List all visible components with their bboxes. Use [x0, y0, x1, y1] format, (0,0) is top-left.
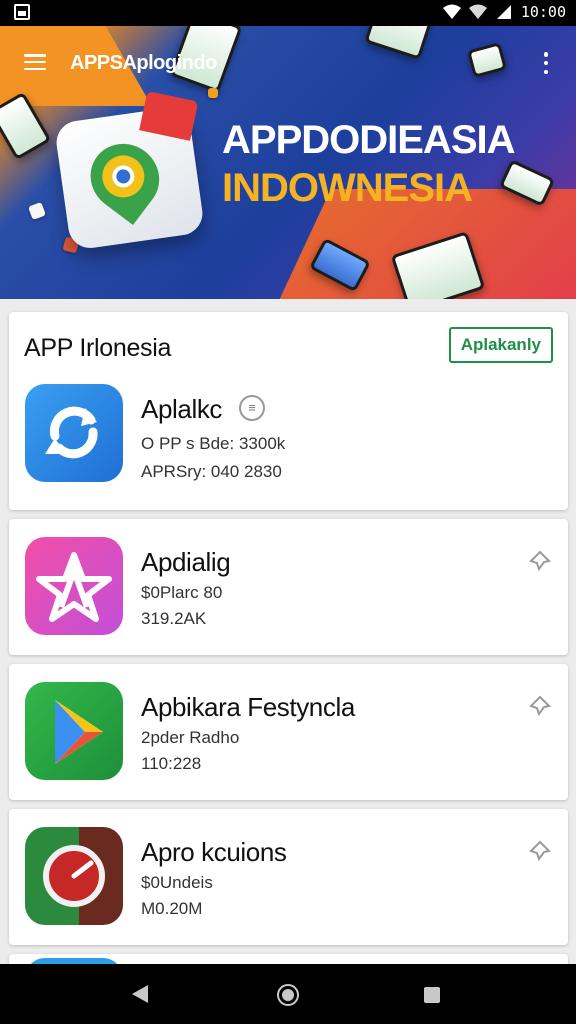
star-icon: [36, 552, 112, 622]
app-bar: APPSAplogindo: [0, 44, 576, 84]
hero-banner: APPDODIEASIA INDOWNESIA APPSAplogindo: [0, 26, 576, 299]
back-icon[interactable]: [132, 985, 148, 1003]
verified-badge-icon: ≡: [239, 395, 265, 421]
sticker-decoration: [208, 88, 218, 98]
list-item[interactable]: Apdialig $0Plarc 80 319.2AK: [9, 519, 568, 655]
pin-icon[interactable]: [528, 694, 552, 718]
pin-icon[interactable]: [528, 549, 552, 573]
location-pin-icon: [77, 130, 173, 226]
app-icon[interactable]: [25, 682, 123, 780]
navigation-bar: [0, 964, 576, 1024]
sticker-decoration: [28, 202, 46, 220]
wifi-icon: [468, 4, 487, 19]
app-bar-title: APPSAplogindo: [70, 52, 217, 74]
app-icon[interactable]: [25, 384, 123, 482]
ribbon-decoration: [139, 90, 199, 141]
app-list[interactable]: APP Irlonesia Aplakanly Aplalkc ≡ O PP s…: [0, 299, 576, 964]
overflow-menu-icon[interactable]: [542, 52, 550, 74]
gauge-icon: [43, 845, 105, 907]
status-bar: 10:00: [0, 0, 576, 26]
app-name[interactable]: Apbikara Festyncla: [141, 692, 355, 723]
app-name[interactable]: Apdialig: [141, 547, 231, 578]
list-item[interactable]: Apbikara Festyncla 2pder Radho 110:228: [9, 664, 568, 800]
app-meta: O PP s Bde: 3300k: [141, 434, 286, 453]
app-icon[interactable]: [25, 537, 123, 635]
app-meta: M0.20M: [141, 899, 203, 918]
list-item[interactable]: APP Irlonesia Aplakanly Aplalkc ≡ O PP s…: [9, 312, 568, 510]
app-meta: 319.2AK: [141, 609, 207, 628]
app-meta: 2pder Radho: [141, 728, 240, 747]
status-time: 10:00: [520, 3, 566, 21]
see-all-button[interactable]: Aplakanly: [448, 327, 553, 363]
sync-icon: [45, 406, 98, 459]
recents-icon[interactable]: [424, 987, 440, 1003]
list-item[interactable]: Apro kcuions $0Undeis M0.20M: [9, 809, 568, 945]
home-icon[interactable]: [277, 984, 299, 1006]
app-name[interactable]: Aplalkc: [141, 394, 222, 425]
signal-icon: [496, 5, 511, 19]
maps-app-icon: [53, 90, 206, 251]
pin-icon[interactable]: [528, 839, 552, 863]
status-right: 10:00: [442, 3, 566, 21]
hamburger-icon[interactable]: [24, 54, 46, 70]
app-meta: APRSry: 040 2830: [141, 462, 282, 481]
hero-title: APPDODIEASIA: [222, 118, 515, 162]
app-meta: 110:228: [141, 754, 202, 773]
list-item[interactable]: [9, 954, 568, 964]
app-meta: $0Plarc 80: [141, 583, 223, 602]
hero-subtitle: INDOWNESIA: [222, 166, 473, 210]
app-meta: $0Undeis: [141, 873, 213, 892]
gallery-icon: [14, 4, 30, 20]
app-name[interactable]: Apro kcuions: [141, 837, 287, 868]
app-icon[interactable]: [25, 827, 123, 925]
section-title: APP Irlonesia: [24, 334, 172, 362]
wifi-icon: [442, 4, 461, 19]
play-icon: [55, 700, 103, 764]
